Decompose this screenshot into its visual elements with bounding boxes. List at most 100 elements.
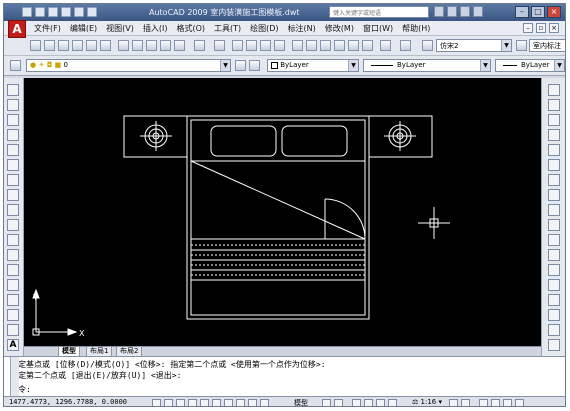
quick-view-layouts-icon[interactable]	[322, 399, 331, 406]
copy-object-icon[interactable]	[548, 99, 560, 111]
polygon-icon[interactable]	[7, 129, 19, 141]
command-scrollbar[interactable]	[10, 357, 19, 396]
communication-icon[interactable]	[447, 6, 457, 17]
spline-icon[interactable]	[7, 204, 19, 216]
cut-icon[interactable]	[118, 40, 129, 51]
osnap-toggle[interactable]	[200, 399, 209, 406]
polar-toggle[interactable]	[188, 399, 197, 406]
qnew-icon[interactable]	[30, 40, 41, 51]
break-at-point-icon[interactable]	[548, 249, 560, 261]
lineweight-dropdown[interactable]: ByLayer ▼	[495, 59, 565, 72]
undo-icon[interactable]	[194, 40, 205, 51]
zoom-previous-icon[interactable]	[274, 40, 285, 51]
tool-palettes-icon[interactable]	[320, 40, 331, 51]
workspace-switching-icon[interactable]	[479, 399, 488, 406]
dim-style-icon[interactable]	[516, 40, 527, 51]
make-block-icon[interactable]	[7, 264, 19, 276]
array-icon[interactable]	[548, 144, 560, 156]
model-space-button[interactable]: 模型	[294, 398, 308, 406]
sheet-set-icon[interactable]	[334, 40, 345, 51]
polyline-icon[interactable]	[7, 114, 19, 126]
layer-previous-icon[interactable]	[249, 60, 260, 71]
close-button[interactable]: ×	[547, 6, 561, 18]
annotation-scale[interactable]: ⚖ 1:16 ▾	[412, 398, 442, 406]
print-icon[interactable]	[61, 7, 71, 17]
open-icon[interactable]	[44, 40, 55, 51]
doc-restore-button[interactable]: ▫	[536, 23, 546, 33]
status-menu-icon[interactable]	[503, 399, 512, 406]
menu-item-2[interactable]: 视图(V)	[106, 23, 143, 34]
menu-item-7[interactable]: 标注(N)	[288, 23, 325, 34]
hatch-icon[interactable]	[7, 294, 19, 306]
markup-icon[interactable]	[348, 40, 359, 51]
search-input[interactable]: 键入关键字或短语	[329, 6, 429, 18]
zoom-window-icon[interactable]	[260, 40, 271, 51]
color-dropdown[interactable]: ByLayer ▼	[267, 59, 359, 72]
snap-toggle[interactable]	[152, 399, 161, 406]
arc-icon[interactable]	[7, 159, 19, 171]
mirror-icon[interactable]	[548, 114, 560, 126]
application-menu-button[interactable]: A	[8, 20, 26, 38]
chamfer-icon[interactable]	[548, 294, 560, 306]
dim-style-dropdown[interactable]: 室内标注	[529, 39, 565, 52]
layer-manager-icon[interactable]	[10, 60, 21, 71]
rectangle-icon[interactable]	[7, 144, 19, 156]
ellipse-arc-icon[interactable]	[7, 234, 19, 246]
auto-scale-icon[interactable]	[461, 399, 470, 406]
save-icon[interactable]	[58, 40, 69, 51]
construction-line-icon[interactable]	[7, 99, 19, 111]
break-icon[interactable]	[548, 264, 560, 276]
properties-icon[interactable]	[292, 40, 303, 51]
layer-dropdown[interactable]: ● ☀ ◘ ■ 0 ▼	[26, 59, 231, 72]
quickcalc-icon[interactable]	[362, 40, 373, 51]
trim-icon[interactable]	[548, 219, 560, 231]
text-style-icon[interactable]	[422, 40, 433, 51]
publish-icon[interactable]	[100, 40, 111, 51]
menu-item-5[interactable]: 工具(T)	[214, 23, 250, 34]
offset-icon[interactable]	[548, 129, 560, 141]
extend-icon[interactable]	[548, 234, 560, 246]
circle-icon[interactable]	[7, 174, 19, 186]
doc-minimize-button[interactable]: –	[523, 23, 533, 33]
copy-icon[interactable]	[132, 40, 143, 51]
line-icon[interactable]	[7, 84, 19, 96]
scale-icon[interactable]	[548, 189, 560, 201]
rotate-icon[interactable]	[548, 174, 560, 186]
menu-item-6[interactable]: 绘图(D)	[250, 23, 287, 34]
drawing-canvas[interactable]: Y X	[24, 78, 541, 346]
block-editor-icon[interactable]	[174, 40, 185, 51]
explode-icon[interactable]	[548, 324, 560, 336]
menu-item-8[interactable]: 修改(M)	[325, 23, 363, 34]
menu-item-10[interactable]: 帮助(H)	[402, 23, 439, 34]
steeringwheel-icon[interactable]	[376, 399, 385, 406]
open-icon[interactable]	[35, 7, 45, 17]
minimize-button[interactable]: –	[515, 6, 529, 18]
fillet-icon[interactable]	[548, 309, 560, 321]
zoom-status-icon[interactable]	[364, 399, 373, 406]
redo-icon[interactable]	[214, 40, 225, 51]
menu-item-9[interactable]: 窗口(W)	[363, 23, 402, 34]
pan-status-icon[interactable]	[352, 399, 361, 406]
favorites-icon[interactable]	[460, 6, 470, 17]
lineweight-toggle[interactable]	[248, 399, 257, 406]
match-properties-icon[interactable]	[160, 40, 171, 51]
ellipse-icon[interactable]	[7, 219, 19, 231]
plot-icon[interactable]	[72, 40, 83, 51]
join-icon[interactable]	[548, 279, 560, 291]
undo-icon[interactable]	[74, 7, 84, 17]
gradient-icon[interactable]	[7, 309, 19, 321]
quick-view-drawings-icon[interactable]	[334, 399, 343, 406]
make-current-icon[interactable]	[235, 60, 246, 71]
preview-icon[interactable]	[86, 40, 97, 51]
menu-item-3[interactable]: 插入(I)	[143, 23, 177, 34]
search-icon[interactable]	[434, 6, 444, 17]
showmotion-icon[interactable]	[388, 399, 397, 406]
region-icon[interactable]	[7, 324, 19, 336]
otrack-toggle[interactable]	[212, 399, 221, 406]
menu-item-0[interactable]: 文件(F)	[34, 23, 70, 34]
maximize-button[interactable]: □	[531, 6, 545, 18]
mtext-icon[interactable]: A	[7, 339, 19, 351]
save-icon[interactable]	[48, 7, 58, 17]
stretch-icon[interactable]	[548, 204, 560, 216]
clean-screen-icon[interactable]	[515, 399, 524, 406]
